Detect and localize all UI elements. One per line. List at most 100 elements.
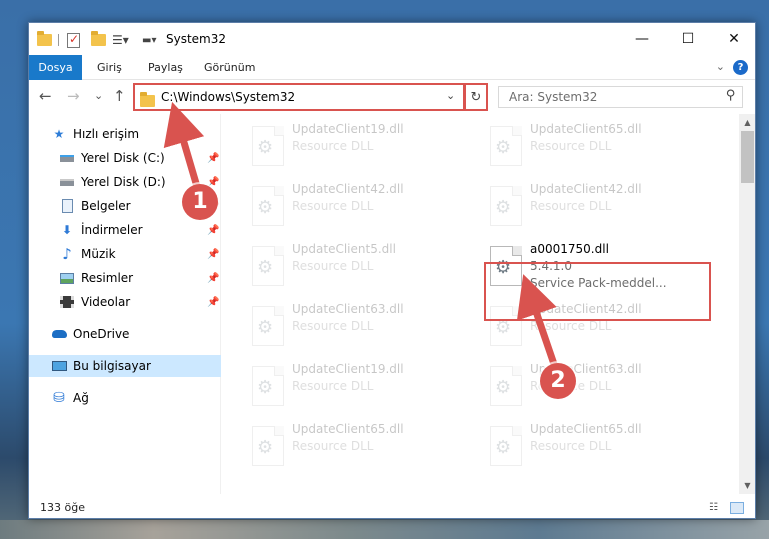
sidebar-item-music[interactable]: ♪ Müzik 📌 bbox=[29, 243, 221, 265]
status-bar: 133 öğe ☷ bbox=[29, 497, 755, 518]
item-count: 133 öğe bbox=[40, 501, 85, 514]
music-icon: ♪ bbox=[62, 245, 72, 263]
close-button[interactable]: ✕ bbox=[711, 23, 755, 55]
file-type: Resource DLL bbox=[530, 439, 612, 453]
dll-file-icon: ⚙ bbox=[252, 306, 284, 346]
documents-icon bbox=[59, 198, 75, 214]
navigation-pane: ★ Hızlı erişim Yerel Disk (C:) 📌 Yerel D… bbox=[29, 114, 221, 494]
file-item[interactable]: ⚙ UpdateClient63.dll Resource DLL bbox=[482, 360, 712, 418]
file-item[interactable]: ⚙ UpdateClient19.dll Resource DLL bbox=[244, 360, 474, 418]
file-name: UpdateClient42.dll bbox=[530, 182, 642, 196]
scroll-down-icon[interactable]: ▼ bbox=[739, 477, 755, 494]
file-type: Resource DLL bbox=[530, 139, 612, 153]
dll-file-icon: ⚙ bbox=[490, 366, 522, 406]
sidebar-item-label: Belgeler bbox=[81, 199, 131, 213]
pin-icon[interactable]: 📌 bbox=[207, 225, 219, 236]
dll-file-icon: ⚙ bbox=[252, 426, 284, 466]
address-bar[interactable]: C:\Windows\System32 ⌄ bbox=[133, 83, 465, 111]
tab-home[interactable]: Giriş bbox=[97, 55, 122, 80]
refresh-button[interactable]: ↻ bbox=[465, 83, 488, 111]
file-name: UpdateClient42.dll bbox=[292, 182, 404, 196]
sidebar-item-quick-access[interactable]: ★ Hızlı erişim bbox=[29, 123, 221, 145]
minimize-button[interactable]: — bbox=[619, 23, 665, 55]
dll-file-icon: ⚙ bbox=[252, 126, 284, 166]
file-type: Resource DLL bbox=[292, 139, 374, 153]
pin-icon[interactable]: 📌 bbox=[207, 273, 219, 284]
file-item[interactable]: ⚙ UpdateClient42.dll Resource DLL bbox=[244, 180, 474, 238]
scroll-up-icon[interactable]: ▲ bbox=[739, 114, 755, 131]
sidebar-item-label: Bu bilgisayar bbox=[73, 359, 151, 373]
window-title: System32 bbox=[166, 32, 227, 46]
file-item[interactable]: ⚙ UpdateClient63.dll Resource DLL bbox=[244, 300, 474, 358]
pin-icon[interactable]: 📌 bbox=[207, 153, 219, 164]
sidebar-item-label: Ağ bbox=[73, 391, 89, 405]
pin-icon[interactable]: 📌 bbox=[207, 297, 219, 308]
file-name: UpdateClient63.dll bbox=[292, 302, 404, 316]
file-name: UpdateClient65.dll bbox=[292, 422, 404, 436]
file-item[interactable]: ⚙ UpdateClient5.dll Resource DLL bbox=[244, 240, 474, 298]
tab-view[interactable]: Görünüm bbox=[204, 55, 255, 80]
sidebar-item-network[interactable]: ⛁ Ağ bbox=[29, 387, 221, 409]
sidebar-item-label: İndirmeler bbox=[81, 223, 143, 237]
sidebar-item-downloads[interactable]: ⬇ İndirmeler 📌 bbox=[29, 219, 221, 241]
back-button[interactable]: ← bbox=[39, 87, 52, 105]
customize-toolbar-icon[interactable]: ☰▾ bbox=[112, 32, 129, 48]
desktop-background bbox=[0, 520, 769, 539]
address-dropdown-icon[interactable]: ⌄ bbox=[446, 89, 455, 102]
file-type: Resource DLL bbox=[292, 379, 374, 393]
recent-locations-button[interactable]: ⌄ bbox=[94, 89, 103, 102]
properties-icon[interactable] bbox=[67, 32, 80, 48]
new-folder-icon[interactable] bbox=[91, 31, 106, 48]
expand-ribbon-icon[interactable]: ⌄ bbox=[716, 60, 725, 73]
network-icon: ⛁ bbox=[53, 390, 65, 406]
videos-icon bbox=[59, 294, 75, 310]
drive-icon bbox=[59, 174, 75, 190]
dll-file-icon: ⚙ bbox=[490, 426, 522, 466]
sidebar-item-label: Videolar bbox=[81, 295, 131, 309]
computer-icon bbox=[51, 358, 67, 374]
pin-icon[interactable]: 📌 bbox=[207, 249, 219, 260]
details-view-icon[interactable]: ☷ bbox=[709, 502, 723, 514]
dll-file-icon: ⚙ bbox=[252, 246, 284, 286]
maximize-button[interactable]: ☐ bbox=[665, 23, 711, 55]
sidebar-item-onedrive[interactable]: OneDrive bbox=[29, 323, 221, 345]
file-type: Resource DLL bbox=[530, 199, 612, 213]
address-text[interactable]: C:\Windows\System32 bbox=[161, 90, 295, 104]
file-list: ⚙ UpdateClient19.dll Resource DLL ⚙ Upda… bbox=[222, 114, 739, 494]
file-name: UpdateClient65.dll bbox=[530, 122, 642, 136]
sidebar-item-local-disk-c[interactable]: Yerel Disk (C:) 📌 bbox=[29, 147, 221, 169]
file-name: UpdateClient19.dll bbox=[292, 122, 404, 136]
file-name: a0001750.dll bbox=[530, 242, 609, 256]
sidebar-item-this-pc[interactable]: Bu bilgisayar bbox=[29, 355, 221, 377]
file-item[interactable]: ⚙ UpdateClient65.dll Resource DLL bbox=[482, 420, 712, 478]
ribbon: Dosya Giriş Paylaş Görünüm ⌄ ? bbox=[29, 55, 755, 80]
sidebar-item-pictures[interactable]: Resimler 📌 bbox=[29, 267, 221, 289]
tab-file[interactable]: Dosya bbox=[29, 55, 82, 80]
file-item[interactable]: ⚙ UpdateClient42.dll Resource DLL bbox=[482, 180, 712, 238]
sidebar-item-label: Yerel Disk (C:) bbox=[81, 151, 165, 165]
search-icon[interactable]: ⚲ bbox=[726, 88, 736, 103]
sidebar-item-label: Hızlı erişim bbox=[73, 127, 140, 141]
file-item[interactable]: ⚙ UpdateClient19.dll Resource DLL bbox=[244, 120, 474, 178]
vertical-scrollbar[interactable]: ▲ ▼ bbox=[739, 114, 755, 494]
dll-file-icon: ⚙ bbox=[490, 186, 522, 226]
scroll-thumb[interactable] bbox=[741, 131, 754, 183]
sidebar-item-videos[interactable]: Videolar 📌 bbox=[29, 291, 221, 313]
navigation-bar: ← → ⌄ ↑ C:\Windows\System32 ⌄ ↻ Ara: Sys… bbox=[29, 80, 755, 114]
qa-dropdown-icon[interactable]: ▬▾ bbox=[142, 32, 156, 48]
file-item[interactable]: ⚙ UpdateClient65.dll Resource DLL bbox=[244, 420, 474, 478]
large-icons-view-icon[interactable] bbox=[730, 502, 744, 514]
file-item[interactable]: ⚙ UpdateClient65.dll Resource DLL bbox=[482, 120, 712, 178]
file-explorer-window: ☰▾ ▬▾ System32 — ☐ ✕ Dosya Giriş Paylaş … bbox=[28, 22, 756, 519]
address-folder-icon bbox=[140, 92, 155, 107]
file-type: Resource DLL bbox=[530, 319, 612, 333]
pictures-icon bbox=[59, 270, 75, 286]
search-input[interactable]: Ara: System32 ⚲ bbox=[498, 86, 743, 108]
tab-share[interactable]: Paylaş bbox=[148, 55, 183, 80]
help-icon[interactable]: ? bbox=[733, 60, 748, 75]
forward-button[interactable]: → bbox=[67, 87, 80, 105]
up-button[interactable]: ↑ bbox=[113, 87, 126, 105]
search-placeholder: Ara: System32 bbox=[509, 90, 598, 104]
sidebar-item-label: Yerel Disk (D:) bbox=[81, 175, 166, 189]
cloud-icon bbox=[51, 326, 67, 342]
